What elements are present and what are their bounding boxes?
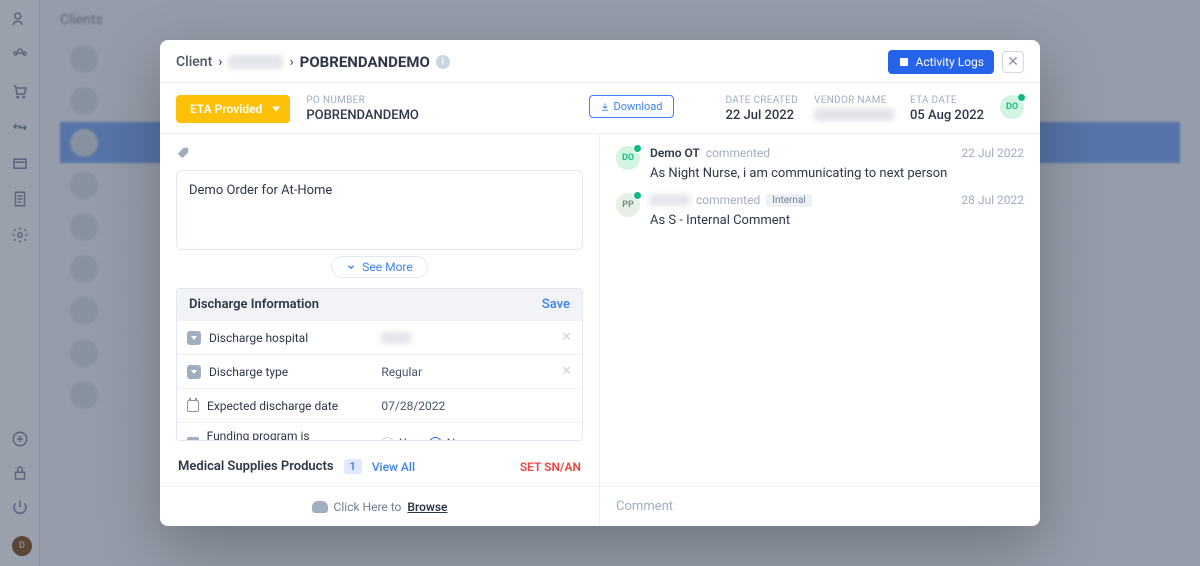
products-title: Medical Supplies Products	[178, 459, 334, 474]
comment-date: 22 Jul 2022	[961, 146, 1024, 160]
radio-yes-label: Yes	[399, 436, 418, 441]
discharge-hospital-field[interactable]: ✕	[371, 328, 582, 348]
comment-verb: commented	[706, 146, 770, 160]
date-created-label: DATE CREATED	[726, 95, 799, 106]
discharge-section: Discharge Information Save Discharge hos…	[176, 288, 583, 441]
close-button[interactable]: ✕	[1002, 51, 1024, 73]
chevron-down-icon	[187, 331, 201, 345]
set-sn-button[interactable]: SET SN/AN	[520, 460, 581, 474]
activity-logs-label: Activity Logs	[915, 55, 984, 69]
comment-author	[650, 194, 690, 206]
chevron-down-icon	[187, 365, 201, 379]
square-icon	[187, 437, 199, 441]
log-icon	[898, 56, 910, 68]
info-icon[interactable]: i	[436, 55, 450, 69]
vendor-name-label: VENDOR NAME	[814, 95, 894, 106]
discharge-title: Discharge Information	[189, 297, 319, 312]
chevron-down-icon	[346, 262, 356, 272]
comment-author: Demo OT	[650, 146, 700, 160]
download-icon	[600, 102, 610, 112]
discharge-type-label: Discharge type	[209, 365, 288, 379]
expected-date-value: 07/28/2022	[381, 399, 445, 413]
order-note[interactable]: Demo Order for At-Home	[176, 170, 583, 250]
order-detail-modal: Client › › POBRENDANDEMO i Activity Logs…	[160, 40, 1040, 526]
eta-date-label: ETA DATE	[910, 95, 984, 106]
clear-icon[interactable]: ✕	[561, 330, 572, 345]
funding-applicable-label: Funding program is applicable	[207, 429, 362, 441]
po-number-value: POBRENDANDEMO	[306, 108, 419, 123]
comment-text: As Night Nurse, i am communicating to ne…	[650, 166, 1024, 181]
expected-date-label: Expected discharge date	[207, 399, 338, 413]
breadcrumb-client-name[interactable]	[228, 55, 283, 69]
comment-input[interactable]	[616, 499, 1024, 514]
browse-link[interactable]: Browse	[407, 500, 447, 514]
discharge-type-value: Regular	[381, 365, 422, 379]
view-all-link[interactable]: View All	[372, 460, 415, 474]
save-button[interactable]: Save	[542, 297, 570, 312]
tag-icon[interactable]	[176, 146, 190, 160]
radio-no-label: No	[447, 436, 462, 441]
activity-logs-button[interactable]: Activity Logs	[888, 50, 994, 74]
comment-header: commented Internal 28 Jul 2022	[650, 193, 1024, 207]
products-count-badge: 1	[344, 459, 362, 474]
breadcrumb-root[interactable]: Client	[176, 54, 212, 70]
upload-area[interactable]: Click Here to Browse	[160, 487, 600, 526]
po-number-label: PO NUMBER	[306, 95, 419, 106]
upload-text: Click Here to	[334, 500, 402, 514]
comment-avatar[interactable]: DO	[616, 146, 640, 170]
radio-yes[interactable]: Yes	[381, 436, 418, 441]
status-dropdown[interactable]: ETA Provided	[176, 95, 290, 123]
comment-item: PP commented Internal 28 Jul 2022 As S - Int…	[616, 193, 1024, 228]
funding-applicable-field: Yes No	[371, 432, 582, 441]
discharge-hospital-label: Discharge hospital	[209, 331, 308, 345]
discharge-type-field[interactable]: Regular ✕	[371, 361, 582, 383]
comment-verb: commented	[696, 193, 760, 207]
comment-header: Demo OT commented 22 Jul 2022	[650, 146, 1024, 160]
cloud-upload-icon	[312, 501, 328, 513]
breadcrumb: Client › › POBRENDANDEMO i	[176, 53, 450, 71]
date-created-value: 22 Jul 2022	[726, 108, 799, 123]
radio-no[interactable]: No	[429, 436, 462, 441]
vendor-name-value	[814, 108, 894, 121]
see-more-label: See More	[362, 260, 412, 274]
order-note-text: Demo Order for At-Home	[189, 183, 332, 198]
eta-date-value: 05 Aug 2022	[910, 108, 984, 123]
calendar-icon	[187, 400, 199, 412]
comment-date: 28 Jul 2022	[961, 193, 1024, 207]
clear-icon[interactable]: ✕	[561, 364, 572, 379]
comment-avatar[interactable]: PP	[616, 193, 640, 217]
download-button[interactable]: Download	[589, 95, 674, 118]
status-label: ETA Provided	[190, 102, 262, 116]
download-label: Download	[614, 100, 663, 113]
breadcrumb-leaf: POBRENDANDEMO	[300, 53, 430, 71]
see-more-button[interactable]: See More	[331, 256, 427, 278]
comment-item: DO Demo OT commented 22 Jul 2022 As Night Nu…	[616, 146, 1024, 181]
comment-text: As S - Internal Comment	[650, 213, 1024, 228]
expected-date-field[interactable]: 07/28/2022	[371, 395, 582, 417]
assignee-avatar[interactable]: DO	[1000, 95, 1024, 119]
internal-tag: Internal	[766, 194, 812, 207]
